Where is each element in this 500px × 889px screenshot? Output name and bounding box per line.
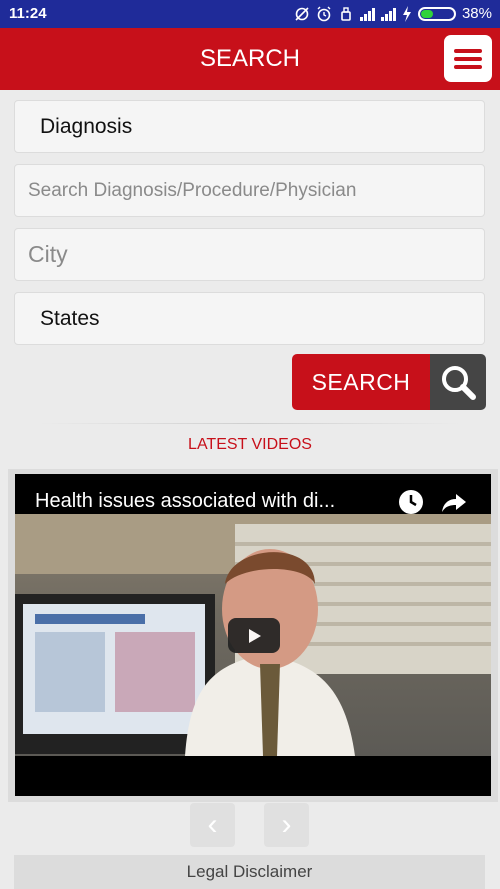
signal-icon [359,7,375,21]
status-bar: 11:24 38% [0,0,500,28]
battery-icon [417,6,456,21]
category-value: Diagnosis [40,114,133,138]
alarm-icon [316,6,332,22]
usb-icon [338,6,354,22]
search-button-label: SEARCH [292,354,430,410]
watch-later-icon[interactable] [397,488,425,521]
chevron-right-icon: › [281,808,292,841]
page-title: SEARCH [199,45,301,72]
signal-icon [380,7,396,21]
latest-videos-heading: LATEST VIDEOS [188,436,312,453]
query-field[interactable] [14,164,485,217]
search-input[interactable] [15,165,484,216]
battery-percent: 38% [461,5,492,22]
video-player[interactable]: Health issues associated with di... [15,474,491,796]
city-field[interactable] [14,228,485,281]
next-video-button[interactable]: › [264,803,309,847]
search-button[interactable]: SEARCH [292,354,486,410]
menu-button[interactable] [444,35,492,82]
video-title: Health issues associated with di... [35,490,336,512]
app-bar: SEARCH [0,28,500,90]
divider [40,423,460,424]
category-select[interactable]: Diagnosis [14,100,485,153]
magnifier-icon [430,354,486,410]
chevron-left-icon: ‹ [207,808,218,841]
hamburger-menu-icon [454,48,482,53]
battery-level [420,9,433,18]
legal-disclaimer-label: Legal Disclaimer [186,862,313,881]
legal-disclaimer-link[interactable]: Legal Disclaimer [14,855,485,889]
play-icon[interactable] [228,618,280,653]
prev-video-button[interactable]: ‹ [190,803,235,847]
charging-icon [402,5,412,22]
share-icon[interactable] [440,488,468,521]
states-value: States [40,306,100,330]
city-input[interactable] [15,229,484,280]
states-select[interactable]: States [14,292,485,345]
sync-off-icon [294,6,310,22]
status-time: 11:24 [9,5,47,22]
status-icons: 38% [294,5,492,22]
